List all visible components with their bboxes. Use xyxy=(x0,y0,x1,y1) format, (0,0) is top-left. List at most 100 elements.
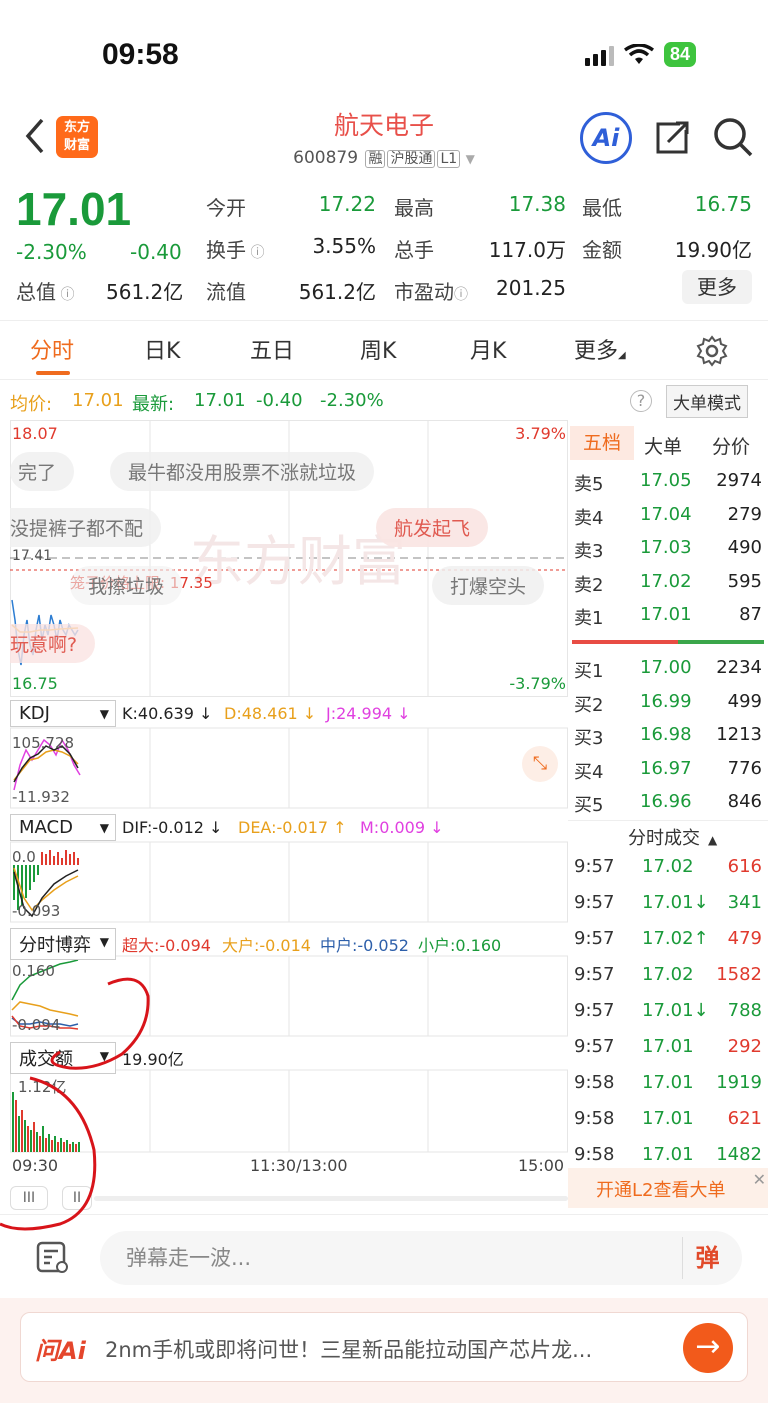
ask-price: 17.03 xyxy=(640,537,692,558)
arrow-right-icon[interactable]: → xyxy=(683,1323,733,1373)
danmaku-item[interactable]: 没提裤子都不配 xyxy=(10,508,162,547)
game-big: 大户:-0.014 xyxy=(222,936,311,955)
expand-icon[interactable]: ⤡ xyxy=(522,746,558,782)
wifi-icon xyxy=(623,43,654,64)
danmaku-item[interactable]: 完了 xyxy=(10,452,75,491)
ask-ai-card[interactable]: 问Ai 2nm手机或即将问世！三星新品能拉动国产芯片龙... → xyxy=(20,1312,748,1382)
dropdown-icon[interactable]: ▼ xyxy=(466,152,475,166)
bid-vol: 776 xyxy=(727,758,762,779)
trade-row: 9:57 17.01↓ 788 xyxy=(568,1000,768,1034)
status-icons: 84 xyxy=(584,42,696,67)
volume-selector[interactable]: 成交额 ▼ xyxy=(10,1042,116,1074)
help-icon[interactable]: ? xyxy=(630,390,652,412)
tab-intraday[interactable]: 分时 xyxy=(30,333,74,365)
big-order-mode-button[interactable]: 大单模式 xyxy=(666,385,748,418)
macd-header: MACD ▼ DIF:-0.012 ↓ DEA:-0.017 ↑ M:0.009 … xyxy=(10,814,568,842)
scroll-handle-right[interactable]: II xyxy=(62,1186,92,1210)
danmaku-item[interactable]: 航发起飞 xyxy=(376,508,489,547)
info-icon[interactable]: ⓘ xyxy=(246,245,264,261)
ask-ai-text[interactable]: 2nm手机或即将问世！三星新品能拉动国产芯片龙... xyxy=(105,1334,675,1364)
book-tab-big[interactable]: 大单 xyxy=(644,432,682,459)
macd-bottom: -0.093 xyxy=(12,902,61,920)
close-icon[interactable]: ✕ xyxy=(753,1170,766,1189)
time-close: 15:00 xyxy=(518,1156,565,1175)
trade-row: 9:57 17.02 1582 xyxy=(568,964,768,998)
trade-vol: 788 xyxy=(727,1000,762,1021)
book-tab-price[interactable]: 分价 xyxy=(712,432,750,459)
ask-row: 卖3 17.03 490 xyxy=(568,537,768,571)
stock-code: 600879 xyxy=(293,148,359,168)
ask-vol: 279 xyxy=(727,504,762,525)
danmaku-item[interactable]: 打爆空头 xyxy=(432,566,545,605)
danmaku-item[interactable]: 最牛都没用股票不涨就垃圾 xyxy=(110,452,375,491)
trade-price: 17.01↓ xyxy=(642,1000,709,1021)
share-icon[interactable] xyxy=(652,118,692,158)
info-icon[interactable]: ⓘ xyxy=(454,287,468,303)
trade-price: 17.01 xyxy=(642,1108,694,1129)
trade-time: 9:58 xyxy=(574,1144,615,1165)
market-cap-label: 总值 ⓘ xyxy=(16,276,74,305)
game-mid: 中户:-0.052 xyxy=(320,936,409,955)
amount-value: 19.90亿 xyxy=(674,238,752,262)
bid-label: 买4 xyxy=(574,762,604,783)
trade-vol: 1919 xyxy=(716,1072,762,1093)
ai-button[interactable]: Ai xyxy=(580,112,632,164)
trade-price: 17.01 xyxy=(642,1036,694,1057)
book-divider xyxy=(568,820,768,821)
prev-close-label: 17.41 xyxy=(12,548,53,564)
trade-price: 17.01 xyxy=(642,1072,694,1093)
kdj-selector[interactable]: KDJ ▼ xyxy=(10,700,116,727)
trade-row: 9:57 17.02 616 xyxy=(568,856,768,890)
tab-more[interactable]: 更多◢ xyxy=(574,333,626,365)
trade-price: 17.02 xyxy=(642,964,694,985)
ask-ratio-bar xyxy=(572,640,678,644)
comment-list-icon[interactable] xyxy=(36,1241,70,1275)
ask-row: 卖1 17.01 87 xyxy=(568,604,768,638)
danmaku-toggle-button[interactable]: 弹 xyxy=(682,1237,732,1279)
order-book: 五档 大单 分价 卖5 17.05 2974 卖4 17.04 279 卖3 17.03 4… xyxy=(568,420,768,1210)
intraday-chart[interactable]: 东方财富 18.07 3.79% 17.41 笼子价格上限: 17.35 16.… xyxy=(10,420,568,1210)
trades-title[interactable]: 分时成交 ▲ xyxy=(628,824,717,850)
settings-gear-icon[interactable] xyxy=(696,335,728,367)
macd-name: MACD xyxy=(19,817,73,838)
trade-row: 9:57 17.01↓ 341 xyxy=(568,892,768,926)
danmaku-item[interactable]: 玩意啊? xyxy=(10,624,96,663)
trade-time: 9:57 xyxy=(574,1036,615,1057)
change-amount: -0.40 xyxy=(130,240,182,264)
ask-label: 卖4 xyxy=(574,508,604,529)
more-button[interactable]: 更多 xyxy=(682,270,752,304)
float-cap-value: 561.2亿 xyxy=(298,280,376,304)
game-selector[interactable]: 分时博弈 ▼ xyxy=(10,928,116,960)
scroll-track[interactable] xyxy=(94,1196,568,1201)
danmaku-input[interactable]: 弹幕走一波... xyxy=(100,1231,742,1285)
ask-row: 卖4 17.04 279 xyxy=(568,504,768,538)
tab-monthly-k[interactable]: 月K xyxy=(470,333,506,365)
kdj-name: KDJ xyxy=(19,703,50,724)
pe-label: 市盈动ⓘ xyxy=(394,276,468,305)
ask-label: 卖5 xyxy=(574,474,604,495)
scroll-handle-left[interactable]: III xyxy=(10,1186,48,1210)
trade-price: 17.01↓ xyxy=(642,892,709,913)
info-icon[interactable]: ⓘ xyxy=(56,287,74,303)
kdj-top: 105.728 xyxy=(12,734,75,752)
last-change: -0.40 xyxy=(256,390,303,411)
search-icon[interactable] xyxy=(712,116,754,158)
ask-price: 17.04 xyxy=(640,504,692,525)
book-tab-five[interactable]: 五档 xyxy=(570,426,634,460)
trade-vol: 621 xyxy=(727,1108,762,1129)
ask-label: 卖2 xyxy=(574,575,604,596)
tab-five-day[interactable]: 五日 xyxy=(250,333,294,365)
trade-row: 9:57 17.01 292 xyxy=(568,1036,768,1070)
l2-banner[interactable]: 开通L2查看大单 ✕ xyxy=(568,1168,768,1208)
tab-daily-k[interactable]: 日K xyxy=(144,333,180,365)
bid-ratio-bar xyxy=(678,640,764,644)
high-value: 17.38 xyxy=(508,192,566,216)
bid-vol: 2234 xyxy=(716,657,762,678)
macd-selector[interactable]: MACD ▼ xyxy=(10,814,116,841)
danmaku-item[interactable]: 我擦垃圾 xyxy=(70,566,183,605)
ask-vol: 87 xyxy=(739,604,762,625)
tab-weekly-k[interactable]: 周K xyxy=(360,333,396,365)
trade-row: 9:57 17.02↑ 479 xyxy=(568,928,768,962)
trade-time: 9:57 xyxy=(574,1000,615,1021)
kdj-k: K:40.639 ↓ xyxy=(122,704,213,723)
